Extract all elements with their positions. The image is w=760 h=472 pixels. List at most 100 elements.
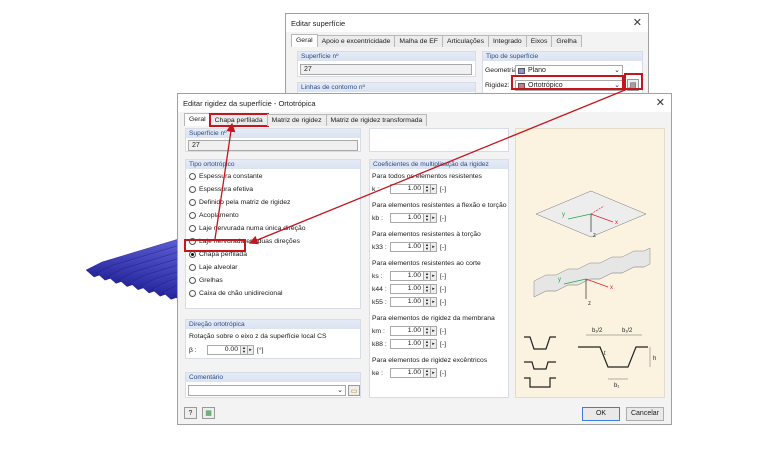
tab-eixos[interactable]: Eixos	[525, 35, 553, 47]
chevron-right-icon[interactable]: ▸	[431, 339, 437, 349]
tab-apoio[interactable]: Apoio e excentricidade	[316, 35, 396, 47]
step-arrows[interactable]: ▲ ▼	[424, 368, 431, 378]
coef-symbol: k44 :	[372, 285, 387, 293]
coef-spinner: k33 :1.00 ▲ ▼ ▸ [-]	[372, 242, 446, 252]
radio-circle[interactable]	[189, 225, 196, 232]
tab-matriz-rigidez[interactable]: Matriz de rigidez	[266, 114, 327, 126]
step-arrows[interactable]: ▲ ▼	[424, 271, 431, 281]
stiffness-swatch	[518, 82, 525, 89]
comment-input[interactable]: ⌄	[188, 385, 346, 396]
tab-chapa-perfilada[interactable]: Chapa perfilada	[208, 113, 269, 127]
chevron-right-icon[interactable]: ▸	[431, 297, 437, 307]
close-icon[interactable]: ✕	[633, 16, 642, 30]
ortho-option-3[interactable]: Acoplamento	[189, 212, 239, 219]
dim-b1-half-left: b₁/2	[592, 328, 603, 334]
chevron-right-icon[interactable]: ▸	[431, 213, 437, 223]
chevron-right-icon[interactable]: ▸	[431, 284, 437, 294]
coef-input[interactable]: 1.00	[390, 242, 424, 252]
orthotropic-diagram: y x z y x z b₁/2 b₁/2 t h b₁	[524, 190, 656, 389]
ortho-option-9[interactable]: Caixa de chão unidirecional	[189, 290, 283, 297]
radio-circle[interactable]	[189, 212, 196, 219]
coef-spinner: kb : 1.00 ▲ ▼ ▸ [-]	[372, 213, 446, 223]
surface-number-heading: Superfície nº	[298, 52, 475, 61]
radio-circle[interactable]	[189, 199, 196, 206]
coef-input[interactable]: 1.00	[390, 297, 424, 307]
step-arrows[interactable]: ▲ ▼	[424, 184, 431, 194]
edit-stiffness-dialog: Editar rigidez da superfície - Ortotrópi…	[177, 93, 672, 425]
radio-circle[interactable]	[189, 173, 196, 180]
cancel-button[interactable]: Cancelar	[626, 407, 664, 421]
geometry-dropdown[interactable]: Plano ⌄	[515, 65, 623, 76]
chevron-right-icon[interactable]: ▸	[431, 368, 437, 378]
edit-surface-titlebar: Editar superfície ✕	[286, 14, 648, 32]
chevron-right-icon[interactable]: ▸	[431, 271, 437, 281]
ortho-option-5[interactable]: Laje nervurada em duas direções	[189, 238, 300, 245]
chevron-right-icon[interactable]: ▸	[248, 345, 254, 355]
radio-circle[interactable]	[189, 251, 196, 258]
tab-malha[interactable]: Malha de EF	[394, 35, 443, 47]
plate-y-label: y	[562, 212, 565, 218]
units-button[interactable]: ▦	[202, 407, 215, 419]
beta-step-arrows[interactable]: ▲ ▼	[241, 345, 248, 355]
step-arrows[interactable]: ▲ ▼	[424, 242, 431, 252]
radio-label: Espessura efetiva	[199, 186, 254, 193]
diagram-panel: y x z y x z b₁/2 b₁/2 t h b₁	[515, 128, 665, 398]
coef-input[interactable]: 1.00	[390, 271, 424, 281]
step-arrows[interactable]: ▲ ▼	[424, 326, 431, 336]
step-arrows[interactable]: ▲ ▼	[424, 339, 431, 349]
chevron-right-icon[interactable]: ▸	[431, 242, 437, 252]
radio-circle[interactable]	[189, 290, 196, 297]
tab-grelha[interactable]: Grelha	[551, 35, 582, 47]
coef-unit: [-]	[440, 185, 447, 193]
chevron-down-icon: ⌄	[614, 67, 620, 74]
coef-input[interactable]: 1.00	[390, 368, 424, 378]
tab-geral[interactable]: Geral	[184, 113, 211, 126]
chevron-right-icon[interactable]: ▸	[431, 184, 437, 194]
ortho-option-0[interactable]: Espessura constante	[189, 173, 262, 180]
tab-geral[interactable]: Geral	[291, 34, 318, 47]
ortho-option-6[interactable]: Chapa perfilada	[189, 251, 247, 258]
coefficients-group: Coeficientes de multiplicação da rigidez…	[369, 159, 509, 398]
ortho-option-8[interactable]: Grelhas	[189, 277, 223, 284]
beta-input[interactable]: 0.00	[207, 345, 241, 355]
edit-stiffness-title: Editar rigidez da superfície - Ortotrópi…	[183, 98, 316, 108]
stiffness-dropdown[interactable]: Ortotrópico ⌄	[515, 80, 623, 91]
radio-circle[interactable]	[189, 186, 196, 193]
close-icon[interactable]: ✕	[656, 96, 665, 110]
step-arrows[interactable]: ▲ ▼	[424, 297, 431, 307]
chevron-down-icon: ⌄	[337, 387, 343, 394]
coef-input[interactable]: 1.00	[390, 326, 424, 336]
ortho-option-7[interactable]: Laje alveolar	[189, 264, 238, 271]
sheet-y-label: y	[558, 277, 561, 283]
coefficients-heading: Coeficientes de multiplicação da rigidez	[370, 160, 508, 169]
radio-circle[interactable]	[189, 277, 196, 284]
step-arrows[interactable]: ▲ ▼	[424, 284, 431, 294]
coef-input[interactable]: 1.00	[390, 284, 424, 294]
coef-input[interactable]: 1.00	[390, 339, 424, 349]
coef-input[interactable]: 1.00	[390, 213, 424, 223]
tab-integrado[interactable]: Integrado	[487, 35, 527, 47]
tab-articulacoes[interactable]: Articulações	[441, 35, 489, 47]
tab-matriz-transformada[interactable]: Matriz de rigidez transformada	[325, 114, 428, 126]
coef-symbol: k55 :	[372, 298, 387, 306]
surface-number-field[interactable]: 27	[300, 64, 472, 75]
step-arrows[interactable]: ▲ ▼	[424, 213, 431, 223]
coef-input[interactable]: 1.00	[390, 184, 424, 194]
surface-number-field[interactable]: 27	[188, 140, 358, 151]
chevron-right-icon[interactable]: ▸	[431, 326, 437, 336]
comment-browse-button[interactable]: ▭	[348, 385, 360, 396]
edit-stiffness-button[interactable]: ▤	[627, 79, 639, 91]
plate-sketch: y x z	[535, 190, 647, 239]
ortho-option-2[interactable]: Definido pela matriz de rigidez	[189, 199, 290, 206]
help-button[interactable]: ?	[184, 407, 197, 419]
ortho-option-1[interactable]: Espessura efetiva	[189, 186, 253, 193]
coef-spinner: k55 :1.00 ▲ ▼ ▸ [-]	[372, 297, 446, 307]
radio-circle[interactable]	[189, 238, 196, 245]
ortho-option-4[interactable]: Laje nervurada numa única direção	[189, 225, 306, 232]
coef-unit: [-]	[440, 327, 447, 335]
coef-unit: [-]	[440, 243, 447, 251]
coef-symbol: k88 :	[372, 340, 387, 348]
radio-circle[interactable]	[189, 264, 196, 271]
orthotropic-type-group: Tipo ortotrópico Espessura constante Espe…	[185, 159, 361, 309]
ok-button[interactable]: OK	[582, 407, 620, 421]
